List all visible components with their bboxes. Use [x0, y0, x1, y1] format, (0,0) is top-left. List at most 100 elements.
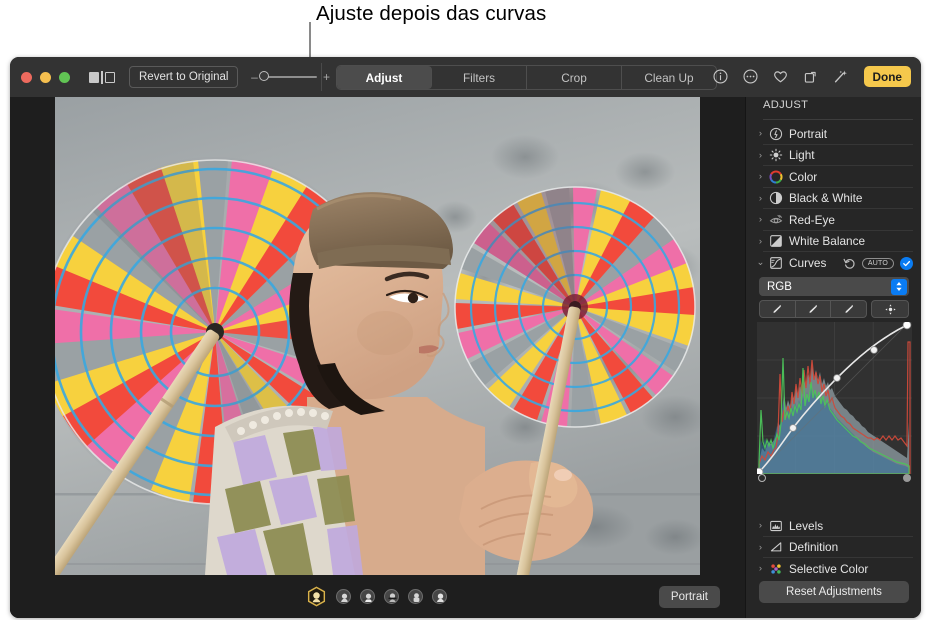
done-button[interactable]: Done	[863, 66, 911, 87]
minimize-button[interactable]	[40, 71, 51, 83]
zoom-out-label[interactable]: –	[250, 71, 258, 83]
curves-range-rail[interactable]	[757, 474, 912, 483]
sidebar-item-label: Portrait	[789, 126, 828, 141]
more-options-icon[interactable]	[742, 68, 759, 85]
curves-icon	[768, 256, 783, 271]
sidebar-item-black-and-white[interactable]: › Black & White	[746, 188, 921, 209]
sidebar-item-label: Black & White	[789, 191, 863, 206]
sidebar-item-label: Selective Color	[789, 561, 869, 576]
white-point-handle[interactable]	[902, 474, 911, 482]
sidebar-item-color[interactable]: › Color	[746, 166, 921, 188]
edit-mode-segmented-control[interactable]: Adjust Filters Crop Clean Up	[336, 65, 717, 90]
sidebar-item-portrait[interactable]: › Portrait	[746, 123, 921, 145]
sidebar-item-curves[interactable]: ⌄ Curves AUTO	[746, 252, 921, 274]
sidebar-item-label: Color	[789, 169, 818, 184]
zoom-in-label[interactable]: +	[322, 71, 330, 83]
white-balance-icon	[768, 234, 783, 249]
editor-canvas: Portrait	[10, 97, 745, 618]
selective-color-icon	[768, 561, 783, 576]
auto-button[interactable]: AUTO	[861, 257, 894, 269]
lighting-thumbnails	[306, 586, 447, 607]
tab-adjust[interactable]: Adjust	[337, 66, 432, 89]
photos-editor-window: Revert to Original – + Adjust Filters Cr…	[10, 57, 921, 618]
zoom-button[interactable]	[59, 71, 70, 83]
color-wheel-icon	[768, 169, 783, 184]
zoom-slider-knob[interactable]	[259, 71, 270, 81]
sidebar-item-label: Definition	[789, 540, 839, 555]
compare-empty-half	[104, 71, 115, 83]
light-icon	[768, 148, 783, 163]
chevron-right-icon[interactable]: ›	[756, 172, 765, 182]
eyedropper-group	[759, 300, 867, 318]
sidebar-item-selective-color[interactable]: › Selective Color	[746, 558, 921, 580]
curve-control-point-white	[902, 322, 911, 330]
curves-editor[interactable]	[756, 322, 912, 474]
sidebar-item-label: Red-Eye	[789, 212, 835, 227]
callout-label: Ajuste depois das curvas	[316, 2, 547, 25]
lighting-contour-thumb[interactable]	[360, 589, 375, 604]
chevron-right-icon[interactable]: ›	[756, 236, 765, 247]
sidebar-title-rule	[763, 119, 913, 120]
curves-header-controls: AUTO	[843, 256, 913, 270]
toolbar-divider	[321, 63, 322, 91]
split-compare-icon[interactable]	[89, 70, 115, 84]
chevron-right-icon[interactable]: ›	[756, 129, 765, 139]
curve-control-point-midtones	[832, 374, 841, 382]
sidebar-item-light[interactable]: › Light	[746, 145, 921, 166]
photo-image	[55, 97, 700, 575]
portrait-lighting-natural-thumb[interactable]	[306, 586, 327, 607]
gray-point-eyedropper[interactable]	[796, 301, 832, 317]
zoom-slider-track[interactable]	[259, 71, 318, 81]
chevron-right-icon[interactable]: ›	[756, 193, 765, 204]
rotate-icon[interactable]	[802, 68, 819, 85]
lighting-stage-mono-thumb[interactable]	[408, 589, 423, 604]
reset-adjustments-button[interactable]: Reset Adjustments	[759, 581, 909, 603]
adjustment-list-upper: › Portrait › Light › Color › Black & Whi…	[746, 123, 921, 483]
add-point-icon[interactable]	[871, 300, 909, 318]
black-point-handle[interactable]	[757, 474, 766, 482]
chevron-right-icon[interactable]: ›	[756, 521, 765, 531]
lighting-studio-thumb[interactable]	[336, 589, 351, 604]
white-point-eyedropper[interactable]	[831, 301, 866, 317]
curve-control-point-highlights	[869, 346, 878, 354]
photo-preview[interactable]	[55, 97, 700, 575]
chevron-right-icon[interactable]: ›	[756, 542, 765, 553]
chevron-down-icon[interactable]: ⌄	[756, 258, 765, 268]
tab-crop[interactable]: Crop	[527, 66, 622, 89]
chevron-right-icon[interactable]: ›	[756, 150, 765, 161]
window-titlebar: Revert to Original – + Adjust Filters Cr…	[10, 57, 921, 98]
chevron-updown-icon[interactable]	[891, 278, 907, 295]
curve-control-point-shadows	[788, 424, 797, 432]
sidebar-item-definition[interactable]: › Definition	[746, 537, 921, 558]
portrait-toggle-button[interactable]: Portrait	[658, 585, 720, 608]
tab-clean-up[interactable]: Clean Up	[622, 66, 716, 89]
curves-channel-select[interactable]: RGB	[759, 277, 909, 296]
favorite-heart-icon[interactable]	[772, 68, 789, 85]
reset-arrow-icon[interactable]	[843, 257, 856, 270]
red-eye-icon	[768, 212, 783, 227]
sidebar-title: ADJUST	[763, 99, 809, 111]
revert-to-original-button[interactable]: Revert to Original	[129, 66, 239, 88]
chevron-right-icon[interactable]: ›	[756, 564, 765, 574]
adjustment-list-lower: › Levels › Definition › Selective Color	[746, 515, 921, 580]
chevron-right-icon[interactable]: ›	[756, 215, 765, 225]
sidebar-item-red-eye[interactable]: › Red-Eye	[746, 209, 921, 231]
sidebar-item-white-balance[interactable]: › White Balance	[746, 231, 921, 252]
titlebar-right-actions: Done	[712, 65, 911, 88]
lighting-high-key-mono-thumb[interactable]	[432, 589, 447, 604]
lighting-stage-thumb[interactable]	[384, 589, 399, 604]
portrait-icon	[768, 126, 783, 141]
enhance-wand-icon[interactable]	[832, 68, 849, 85]
info-icon[interactable]	[712, 68, 729, 85]
lighting-filmstrip: Portrait	[10, 575, 745, 618]
close-button[interactable]	[21, 71, 32, 83]
screenshot-root: Ajuste depois das curvas Revert to Origi…	[0, 0, 931, 620]
curves-histogram[interactable]	[756, 322, 912, 474]
sidebar-item-label: White Balance	[789, 234, 866, 249]
zoom-slider[interactable]: – +	[250, 71, 330, 83]
tab-filters[interactable]: Filters	[432, 66, 527, 89]
checkmark-icon[interactable]	[900, 256, 913, 270]
sidebar-item-levels[interactable]: › Levels	[746, 515, 921, 537]
curves-channel-value: RGB	[767, 280, 792, 293]
black-point-eyedropper[interactable]	[760, 301, 796, 317]
